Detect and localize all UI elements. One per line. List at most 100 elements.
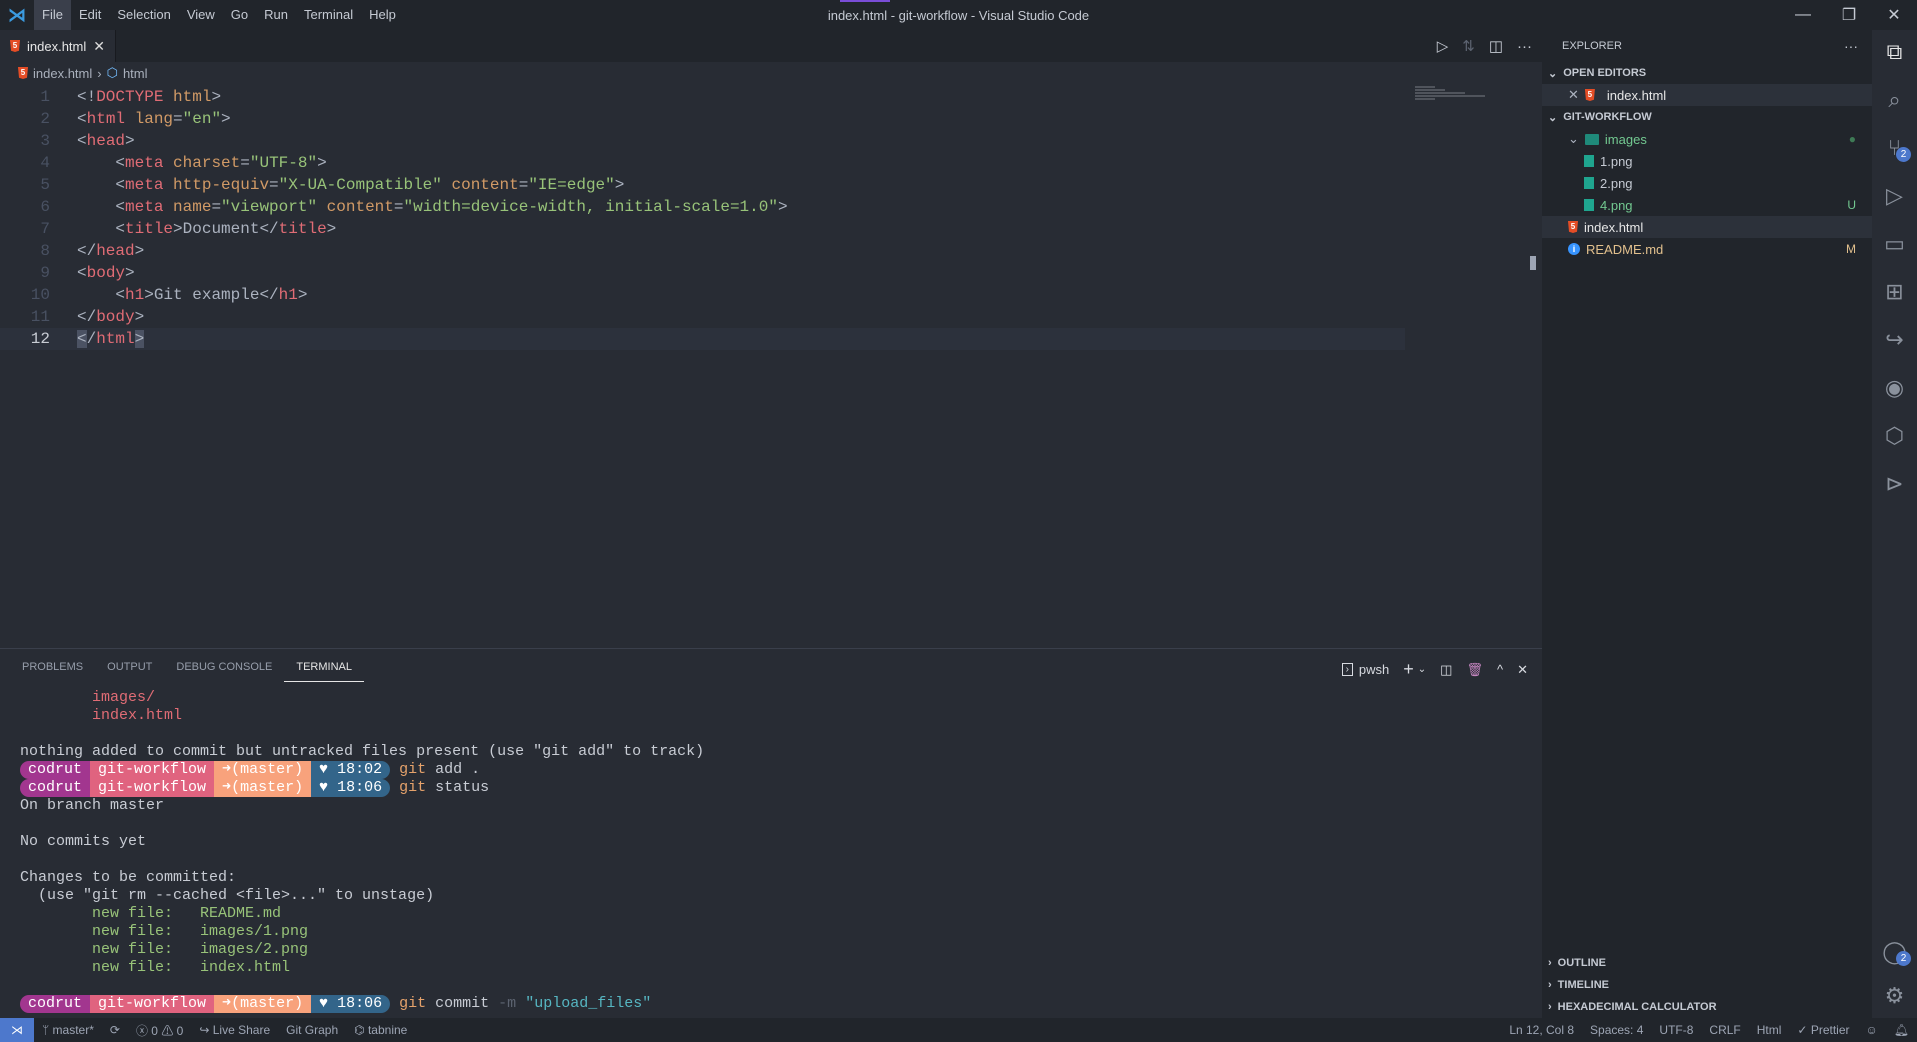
trash-icon[interactable]: 🗑: [1466, 662, 1483, 678]
code-token: </: [77, 242, 97, 260]
explorer-icon[interactable]: ⧉: [1872, 30, 1917, 74]
terminal-text: On branch master: [20, 797, 165, 814]
language-mode[interactable]: Html: [1749, 1023, 1790, 1037]
html5-icon: 5: [1568, 221, 1578, 233]
remote-indicator-icon[interactable]: ⋊: [0, 1018, 34, 1042]
bell-icon[interactable]: 🔔︎: [1886, 1023, 1917, 1037]
tab-problems[interactable]: PROBLEMS: [10, 657, 95, 682]
indentation[interactable]: Spaces: 4: [1582, 1023, 1651, 1037]
prompt-segment: ♥ 18:02: [311, 761, 391, 779]
breadcrumb-file[interactable]: index.html: [33, 66, 92, 81]
menu-item-selection[interactable]: Selection: [109, 0, 178, 30]
sync-icon[interactable]: ⟳: [102, 1023, 128, 1037]
open-editor-item[interactable]: ✕ 5 index.html: [1542, 84, 1872, 106]
terminal-text: images/: [20, 689, 156, 706]
menu-item-help[interactable]: Help: [361, 0, 404, 30]
maximize-panel-icon[interactable]: ^: [1497, 662, 1503, 677]
menu-item-view[interactable]: View: [179, 0, 223, 30]
terminal-text: Changes to be committed:: [20, 869, 237, 886]
line-ending[interactable]: CRLF: [1701, 1023, 1748, 1037]
terminal-line: new file: README.md: [20, 905, 704, 923]
shell-name[interactable]: pwsh: [1359, 662, 1389, 677]
prettier-button[interactable]: ✓ Prettier: [1789, 1023, 1857, 1037]
chevron-down-icon[interactable]: ⌄: [1568, 131, 1579, 147]
menu-item-file[interactable]: File: [34, 0, 71, 30]
tree-item-2-png[interactable]: 2.png: [1542, 172, 1872, 194]
github-icon[interactable]: ◉: [1872, 366, 1917, 410]
run-icon[interactable]: ▷: [1437, 37, 1449, 55]
section-outline[interactable]: › OUTLINE: [1542, 952, 1872, 974]
minimize-button[interactable]: —: [1780, 0, 1826, 30]
hexagon-icon[interactable]: ⬡: [1872, 414, 1917, 458]
code-line: 3 <head>: [0, 130, 1405, 152]
tree-item-4-png[interactable]: 4.png U: [1542, 194, 1872, 216]
html5-icon: 5: [10, 40, 20, 52]
code-token: >: [317, 154, 327, 172]
extensions-icon[interactable]: ⊞: [1872, 270, 1917, 314]
close-panel-icon[interactable]: ✕: [1517, 662, 1528, 678]
workspace-section[interactable]: ⌄ GIT-WORKFLOW: [1542, 106, 1872, 128]
terminal-text: new file: images/1.png: [20, 923, 309, 940]
git-graph-button[interactable]: Git Graph: [278, 1023, 346, 1037]
split-editor-icon[interactable]: ◫: [1489, 37, 1503, 55]
code-token: <: [77, 176, 126, 194]
live-share-button[interactable]: ↪ Live Share: [191, 1023, 278, 1037]
branch-indicator[interactable]: ᛘ master*: [34, 1023, 102, 1037]
breadcrumb-symbol[interactable]: html: [123, 66, 148, 81]
accounts-icon[interactable]: ◯ 2: [1872, 930, 1917, 974]
section-timeline[interactable]: › TIMELINE: [1542, 974, 1872, 996]
source-control-badge: 2: [1896, 147, 1911, 162]
new-terminal-icon[interactable]: +: [1403, 659, 1414, 680]
source-control-icon[interactable]: ⑂ 2: [1872, 126, 1917, 170]
tree-item-readme-md[interactable]: i README.md M: [1542, 238, 1872, 260]
close-icon[interactable]: ✕: [1568, 87, 1579, 103]
tab-terminal[interactable]: TERMINAL: [284, 657, 364, 682]
code-token: html: [86, 110, 126, 128]
tab-output[interactable]: OUTPUT: [95, 657, 164, 682]
menu-item-go[interactable]: Go: [223, 0, 256, 30]
editor-scrollbar[interactable]: [1530, 256, 1536, 270]
code-token: "width=device-width, initial-scale=1.0": [403, 198, 778, 216]
tree-item-1-png[interactable]: 1.png: [1542, 150, 1872, 172]
minimap[interactable]: [1415, 86, 1525, 110]
problems-indicator[interactable]: ⓧ 0 ⚠ 0: [128, 1022, 191, 1039]
terminal-line: codrut git-workflow ➜(master) ♥ 18:06 git c…: [20, 995, 704, 1013]
tree-item-index-html[interactable]: 5 index.html: [1542, 216, 1872, 238]
code-token: >: [777, 198, 788, 216]
close-window-button[interactable]: ✕: [1871, 0, 1917, 30]
remote-explorer-icon[interactable]: ▭: [1872, 222, 1917, 266]
terminal-output[interactable]: images/ index.html nothing added to commi…: [20, 689, 704, 1013]
tree-item-images[interactable]: ⌄ images ●: [1542, 128, 1872, 150]
close-tab-icon[interactable]: ✕: [93, 38, 105, 55]
feedback-icon[interactable]: ☺: [1858, 1023, 1886, 1037]
cursor-position[interactable]: Ln 12, Col 8: [1501, 1023, 1582, 1037]
more-actions-icon[interactable]: ···: [1844, 38, 1858, 54]
tab-index-html[interactable]: 5 index.html ✕: [0, 30, 116, 62]
menu-item-edit[interactable]: Edit: [71, 0, 109, 30]
code-line: 9 <body>: [0, 262, 1405, 284]
run-debug-icon[interactable]: ▷: [1872, 174, 1917, 218]
line-text: </body>: [77, 306, 144, 328]
prompt-segment: git-workflow: [90, 995, 215, 1013]
gear-icon[interactable]: ⚙: [1872, 974, 1917, 1018]
search-icon[interactable]: ⌕: [1872, 78, 1917, 122]
code-line: 12 </html>: [0, 328, 1405, 350]
terminal-icon[interactable]: ⊳: [1872, 462, 1917, 506]
tab-debug-console[interactable]: DEBUG CONSOLE: [164, 657, 284, 682]
open-editors-section[interactable]: ⌄ OPEN EDITORS: [1542, 62, 1872, 84]
code-token: "en": [182, 110, 222, 128]
chevron-down-icon[interactable]: ⌄: [1418, 664, 1426, 675]
encoding[interactable]: UTF-8: [1651, 1023, 1701, 1037]
terminal-line: (use "git rm --cached <file>..." to unst…: [20, 887, 704, 905]
more-actions-icon[interactable]: ···: [1517, 38, 1532, 55]
tabnine-button[interactable]: ⌬ tabnine: [346, 1023, 415, 1037]
code-token: =: [240, 154, 250, 172]
menu-item-run[interactable]: Run: [256, 0, 296, 30]
restore-button[interactable]: ❐: [1826, 0, 1872, 30]
split-terminal-icon[interactable]: ◫: [1440, 662, 1452, 678]
compare-changes-icon[interactable]: ⇅: [1462, 37, 1475, 55]
menu-item-terminal[interactable]: Terminal: [296, 0, 361, 30]
section-hexadecimal-calculator[interactable]: › HEXADECIMAL CALCULATOR: [1542, 996, 1872, 1018]
code-editor[interactable]: 1 <!DOCTYPE html> 2 <html lang="en"> 3 <head>…: [0, 86, 1542, 646]
live-share-icon[interactable]: ↪: [1872, 318, 1917, 362]
